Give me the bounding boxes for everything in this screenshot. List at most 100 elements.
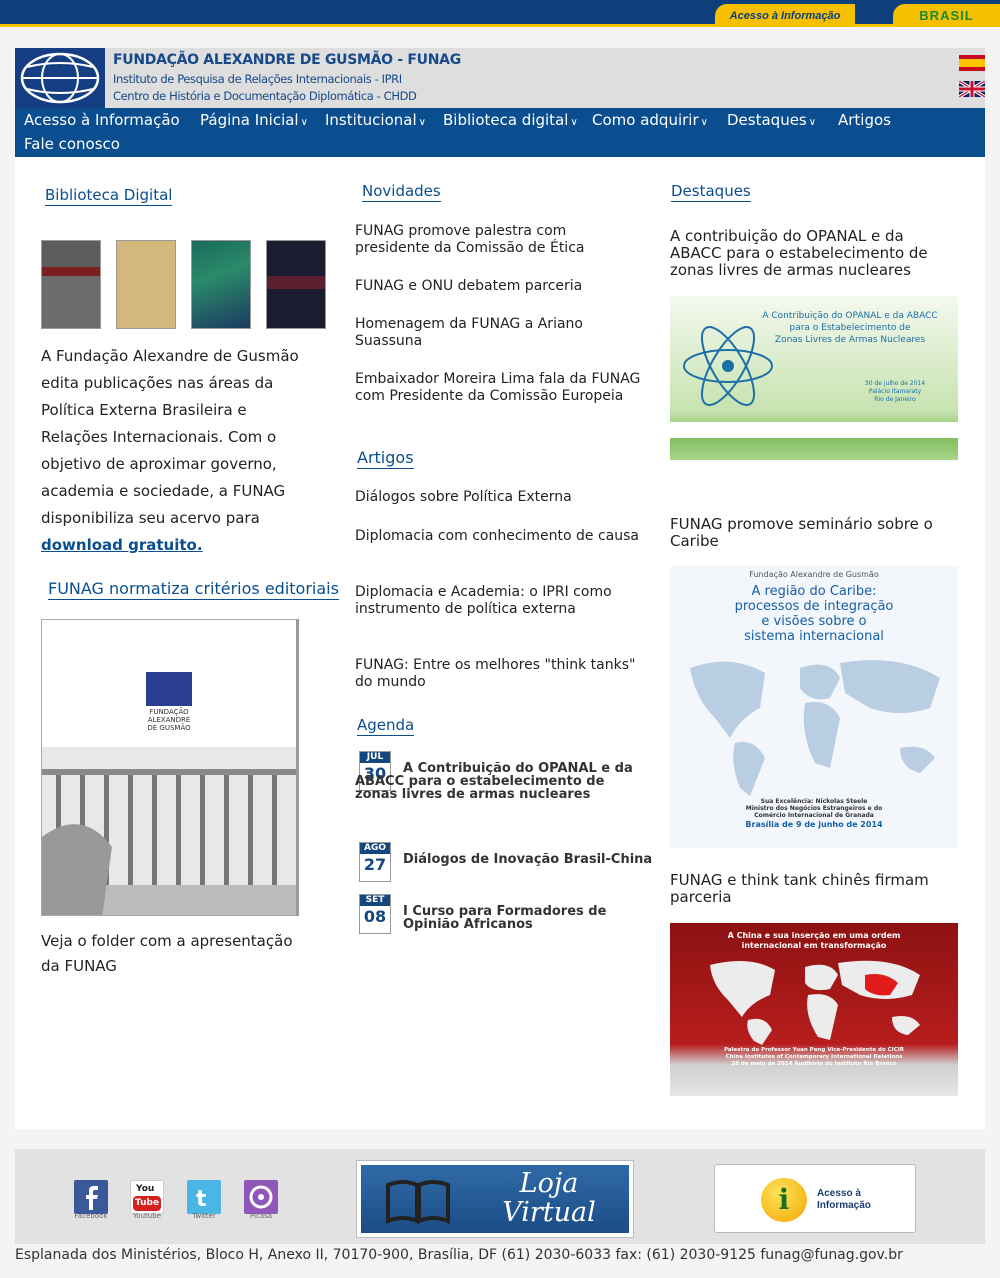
site-header: FUNDAÇÃO ALEXANDRE DE GUSMÃO - FUNAG Ins…: [15, 48, 985, 108]
nav-label: Acesso à Informação: [24, 111, 180, 129]
article-item[interactable]: Diplomacia com conhecimento de causa: [355, 528, 645, 545]
spanish-flag-icon[interactable]: [959, 55, 985, 71]
nav-institucional[interactable]: Institucional ∨: [325, 111, 426, 129]
palace-illustration: [42, 747, 296, 915]
english-flag-icon[interactable]: [959, 81, 985, 97]
news-item[interactable]: Embaixador Moreira Lima fala da FUNAG co…: [355, 371, 645, 405]
book-cover[interactable]: [41, 240, 101, 329]
news-item[interactable]: FUNAG promove palestra com presidente da…: [355, 223, 645, 257]
funag-logo-small: [146, 672, 192, 706]
brasil-link[interactable]: BRASIL: [893, 4, 1000, 27]
folder-caption: Veja o folder com a apresentação da FUNA…: [41, 929, 341, 979]
loja-line: Loja: [519, 1168, 579, 1199]
nav-label: Destaques: [727, 111, 807, 129]
calendar-month: SET: [360, 895, 390, 906]
banner-line: sistema internacional: [744, 629, 884, 644]
calendar-icon: SET 08: [359, 894, 391, 934]
about-line: Relações Internacionais. Com o: [41, 428, 277, 446]
caribe-banner[interactable]: Fundação Alexandre de Gusmão A região do…: [670, 566, 958, 848]
opanal-banner[interactable]: A Contribuição do OPANAL e da ABACC para…: [670, 296, 958, 460]
banner-date-line: Palácio Itamaraty: [868, 388, 922, 395]
org-subtitle-chdd: Centro de História e Documentação Diplom…: [113, 89, 417, 103]
world-map-icon: [690, 660, 940, 796]
caribe-banner-top: Fundação Alexandre de Gusmão: [749, 570, 879, 579]
banner-line: China Institutes of Contemporary Interna…: [725, 1054, 903, 1060]
news-item[interactable]: Homenagem da FUNAG a Ariano Suassuna: [355, 316, 645, 350]
acesso-informacao-link[interactable]: Acesso à Informação: [715, 4, 855, 27]
banner-line: A região do Caribe:: [751, 584, 877, 599]
loja-virtual-label: Loja Virtual: [489, 1169, 609, 1227]
about-line: Política Externa Brasileira e: [41, 401, 247, 419]
folder-logo-text: FUNDAÇÃO ALEXANDRE DE GUSMÃO: [132, 708, 206, 732]
about-line: academia e sociedade, a FUNAG: [41, 482, 286, 500]
nav-fale-conosco[interactable]: Fale conosco: [24, 135, 120, 153]
banner-line: processos de integração: [734, 599, 894, 614]
nav-label: Como adquirir: [592, 111, 699, 129]
agenda-item[interactable]: Diálogos de Inovação Brasil-China: [403, 853, 663, 866]
banner-line: internacional em transformação: [741, 941, 887, 950]
nav-acesso-informacao[interactable]: Acesso à Informação: [24, 111, 180, 129]
world-map-icon: [710, 960, 920, 1045]
article-item[interactable]: Diplomacia e Academia: o IPRI como instr…: [355, 584, 635, 618]
opanal-banner-date: 30 de julho de 2014 Palácio Itamaraty Ri…: [840, 380, 950, 404]
acesso-informacao-banner[interactable]: i Acesso à Informação: [714, 1164, 916, 1233]
destaque-title[interactable]: FUNAG promove seminário sobre o Caribe: [670, 516, 958, 550]
book-cover[interactable]: [266, 240, 326, 329]
destaque-title[interactable]: FUNAG e think tank chinês firmam parceri…: [670, 872, 958, 906]
book-cover[interactable]: [191, 240, 251, 329]
about-line: disponibiliza seu acervo para: [41, 509, 260, 527]
calendar-month: AGO: [360, 843, 390, 854]
agenda-item[interactable]: A Contribuição do OPANAL e da ABACC para…: [355, 762, 645, 801]
book-cover[interactable]: [116, 240, 176, 329]
nav-como-adquirir[interactable]: Como adquirir ∨: [592, 111, 708, 129]
about-line: A Fundação Alexandre de Gusmão: [41, 347, 299, 365]
normatiza-title[interactable]: FUNAG normatiza critérios editoriais: [48, 579, 339, 600]
about-line: edita publicações nas áreas da: [41, 374, 274, 392]
destaques-title[interactable]: Destaques: [671, 182, 751, 202]
youtube-icon[interactable]: You Tube: [130, 1180, 164, 1214]
banner-line: para o Estabelecimento de: [789, 323, 911, 333]
article-item[interactable]: Diálogos sobre Política Externa: [355, 489, 645, 506]
chevron-down-icon: ∨: [700, 117, 708, 128]
calendar-day: 27: [363, 855, 387, 874]
banner-logo-strip: [670, 422, 958, 438]
org-subtitle-ipri: Instituto de Pesquisa de Relações Intern…: [113, 72, 402, 86]
info-icon: i: [761, 1178, 807, 1222]
agenda-item[interactable]: I Curso para Formadores de Opinião Afric…: [403, 905, 643, 931]
banner-line: Sua Excelência: Nickolas Steele: [760, 798, 868, 805]
acesso-label: Acesso à Informação: [817, 1188, 871, 1212]
folder-image[interactable]: FUNDAÇÃO ALEXANDRE DE GUSMÃO: [41, 619, 299, 916]
facebook-icon[interactable]: [74, 1180, 108, 1214]
picasa-icon[interactable]: [244, 1180, 278, 1214]
download-gratuito-link[interactable]: download gratuito.: [41, 536, 203, 554]
news-item[interactable]: FUNAG e ONU debatem parceria: [355, 278, 645, 295]
biblioteca-digital-title[interactable]: Biblioteca Digital: [45, 186, 173, 206]
artigos-title[interactable]: Artigos: [357, 448, 414, 469]
china-banner[interactable]: A China e sua inserção em uma ordem inte…: [670, 923, 958, 1096]
banner-line: A China e sua inserção em uma ordem: [727, 931, 901, 940]
social-label: Picasa: [249, 1212, 273, 1220]
funag-logo[interactable]: [15, 48, 105, 108]
twitter-icon[interactable]: t: [187, 1180, 221, 1214]
banner-line: Palestra do Professor Yuan Peng Vice-Pre…: [723, 1047, 905, 1053]
org-name: FUNDAÇÃO ALEXANDRE DE GUSMÃO - FUNAG: [113, 52, 461, 68]
nav-artigos[interactable]: Artigos: [838, 111, 891, 129]
acesso-line: Informação: [817, 1200, 871, 1211]
folder-logo-line: DE GUSMÃO: [147, 724, 191, 732]
banner-line: Zonas Livres de Armas Nucleares: [774, 335, 926, 345]
nav-biblioteca-digital[interactable]: Biblioteca digital ∨: [443, 111, 578, 129]
destaque-title[interactable]: A contribuição do OPANAL e da ABACC para…: [670, 228, 958, 279]
nav-pagina-inicial[interactable]: Página Inicial ∨: [200, 111, 308, 129]
agenda-title[interactable]: Agenda: [357, 716, 415, 736]
caribe-banner-speaker: Sua Excelência: Nickolas Steele Ministro…: [670, 798, 958, 830]
novidades-title[interactable]: Novidades: [362, 182, 441, 202]
nav-destaques[interactable]: Destaques ∨: [727, 111, 816, 129]
social-label: Youtube: [133, 1212, 161, 1220]
chevron-down-icon: ∨: [300, 117, 308, 128]
banner-line: A Contribuição do OPANAL e da ABACC: [762, 311, 938, 321]
article-item[interactable]: FUNAG: Entre os melhores "think tanks" d…: [355, 657, 645, 691]
opanal-banner-title: A Contribuição do OPANAL e da ABACC para…: [750, 310, 950, 346]
footer-address: Esplanada dos Ministérios, Bloco H, Anex…: [15, 1247, 903, 1263]
loja-virtual-banner[interactable]: Loja Virtual: [356, 1160, 634, 1238]
svg-text:t: t: [196, 1187, 207, 1212]
